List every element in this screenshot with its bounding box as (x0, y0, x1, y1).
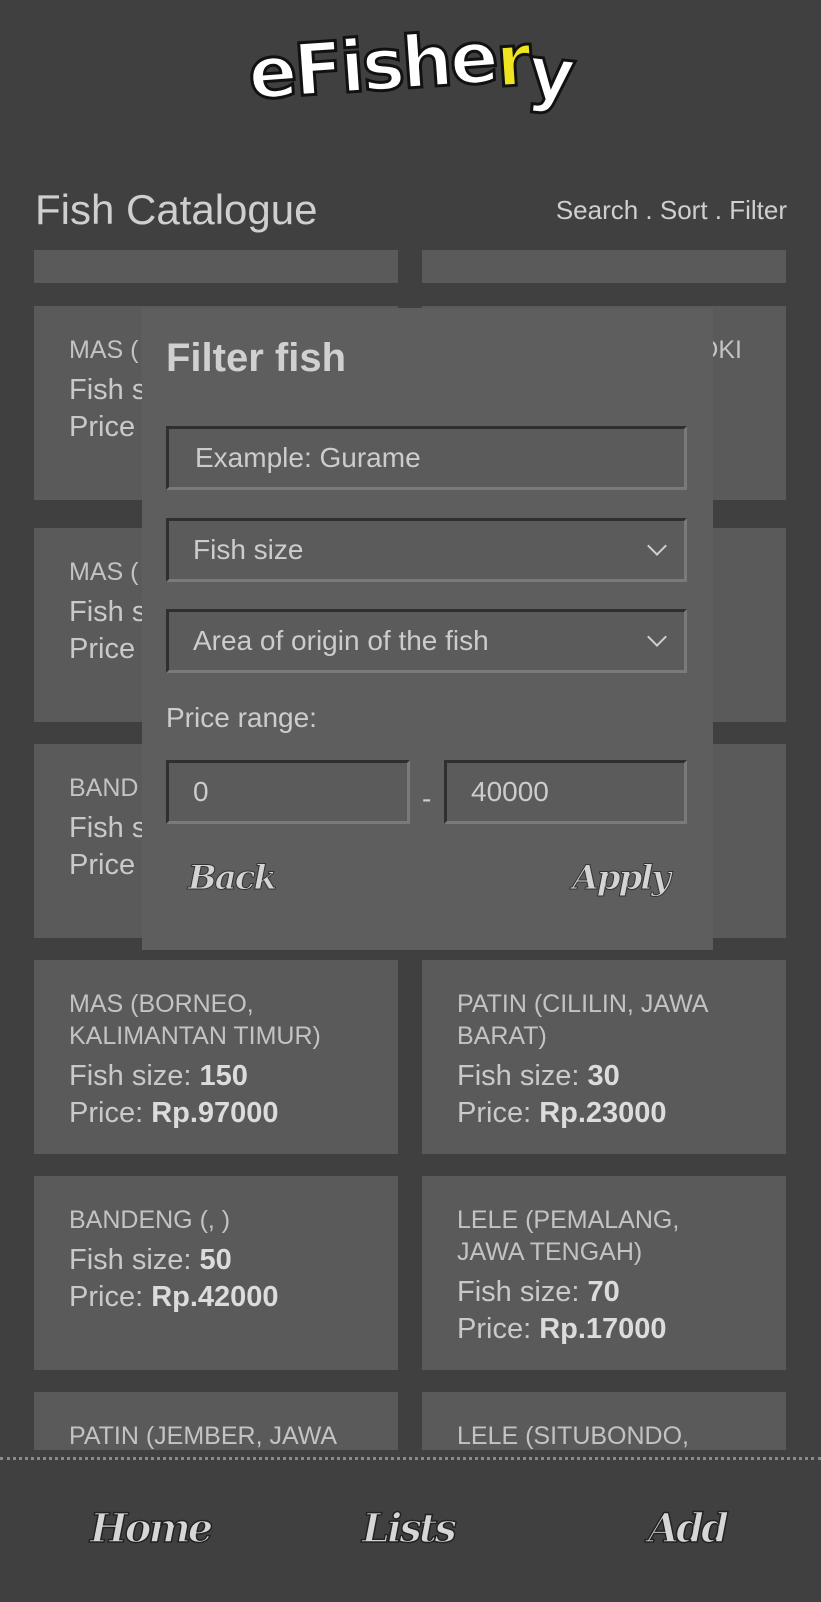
fish-name: PATIN (CILILIN, JAWA BARAT) (457, 990, 708, 1050)
price-max-field[interactable]: 40000 (444, 760, 687, 824)
fish-name: PATIN (JEMBER, JAWA (69, 1422, 338, 1450)
search-field[interactable] (166, 426, 687, 490)
filter-modal: Filter fish Fish size Area of origin of … (142, 308, 713, 950)
fish-card[interactable]: LELE (PEMALANG, JAWA TENGAH) Fish size: … (422, 1176, 786, 1370)
fish-name: MAS (BORNEO, KALIMANTAN TIMUR) (69, 990, 321, 1050)
chevron-down-icon (647, 627, 667, 647)
fish-name: LELE (SITUBONDO, (457, 1422, 689, 1450)
price-range-label: Price range: (166, 702, 317, 733)
price-min-field[interactable]: 0 (166, 760, 410, 824)
back-button[interactable]: Back (187, 858, 277, 899)
fish-card[interactable]: PATIN (JEMBER, JAWA (34, 1392, 398, 1450)
area-select[interactable]: Area of origin of the fish (166, 609, 687, 673)
fish-card[interactable] (34, 250, 398, 283)
chevron-down-icon (647, 536, 667, 556)
apply-button[interactable]: Apply (572, 858, 672, 899)
price-separator: - (422, 783, 432, 814)
fish-card[interactable]: BANDENG (, ) Fish size: 50 Price: Rp.420… (34, 1176, 398, 1370)
nav-lists[interactable]: Lists (361, 1504, 457, 1553)
search-input[interactable] (193, 441, 660, 475)
bottom-nav: Home Lists Add (0, 1457, 821, 1602)
nav-home[interactable]: Home (89, 1504, 214, 1553)
nav-add[interactable]: Add (647, 1504, 729, 1553)
fish-card[interactable] (422, 250, 786, 283)
fish-card[interactable]: LELE (SITUBONDO, (422, 1392, 786, 1450)
efishery-logo: eFishery (244, 13, 578, 118)
fish-name: LELE (PEMALANG, JAWA TENGAH) (457, 1206, 680, 1266)
page-title: Fish Catalogue (35, 186, 318, 233)
search-sort-filter-link[interactable]: Search . Sort . Filter (556, 195, 787, 226)
filter-title: Filter fish (166, 336, 347, 380)
fish-card[interactable]: MAS (BORNEO, KALIMANTAN TIMUR) Fish size… (34, 960, 398, 1154)
fish-card[interactable]: PATIN (CILILIN, JAWA BARAT) Fish size: 3… (422, 960, 786, 1154)
fish-name: BANDENG (, ) (69, 1206, 231, 1234)
fish-size-select[interactable]: Fish size (166, 518, 687, 582)
